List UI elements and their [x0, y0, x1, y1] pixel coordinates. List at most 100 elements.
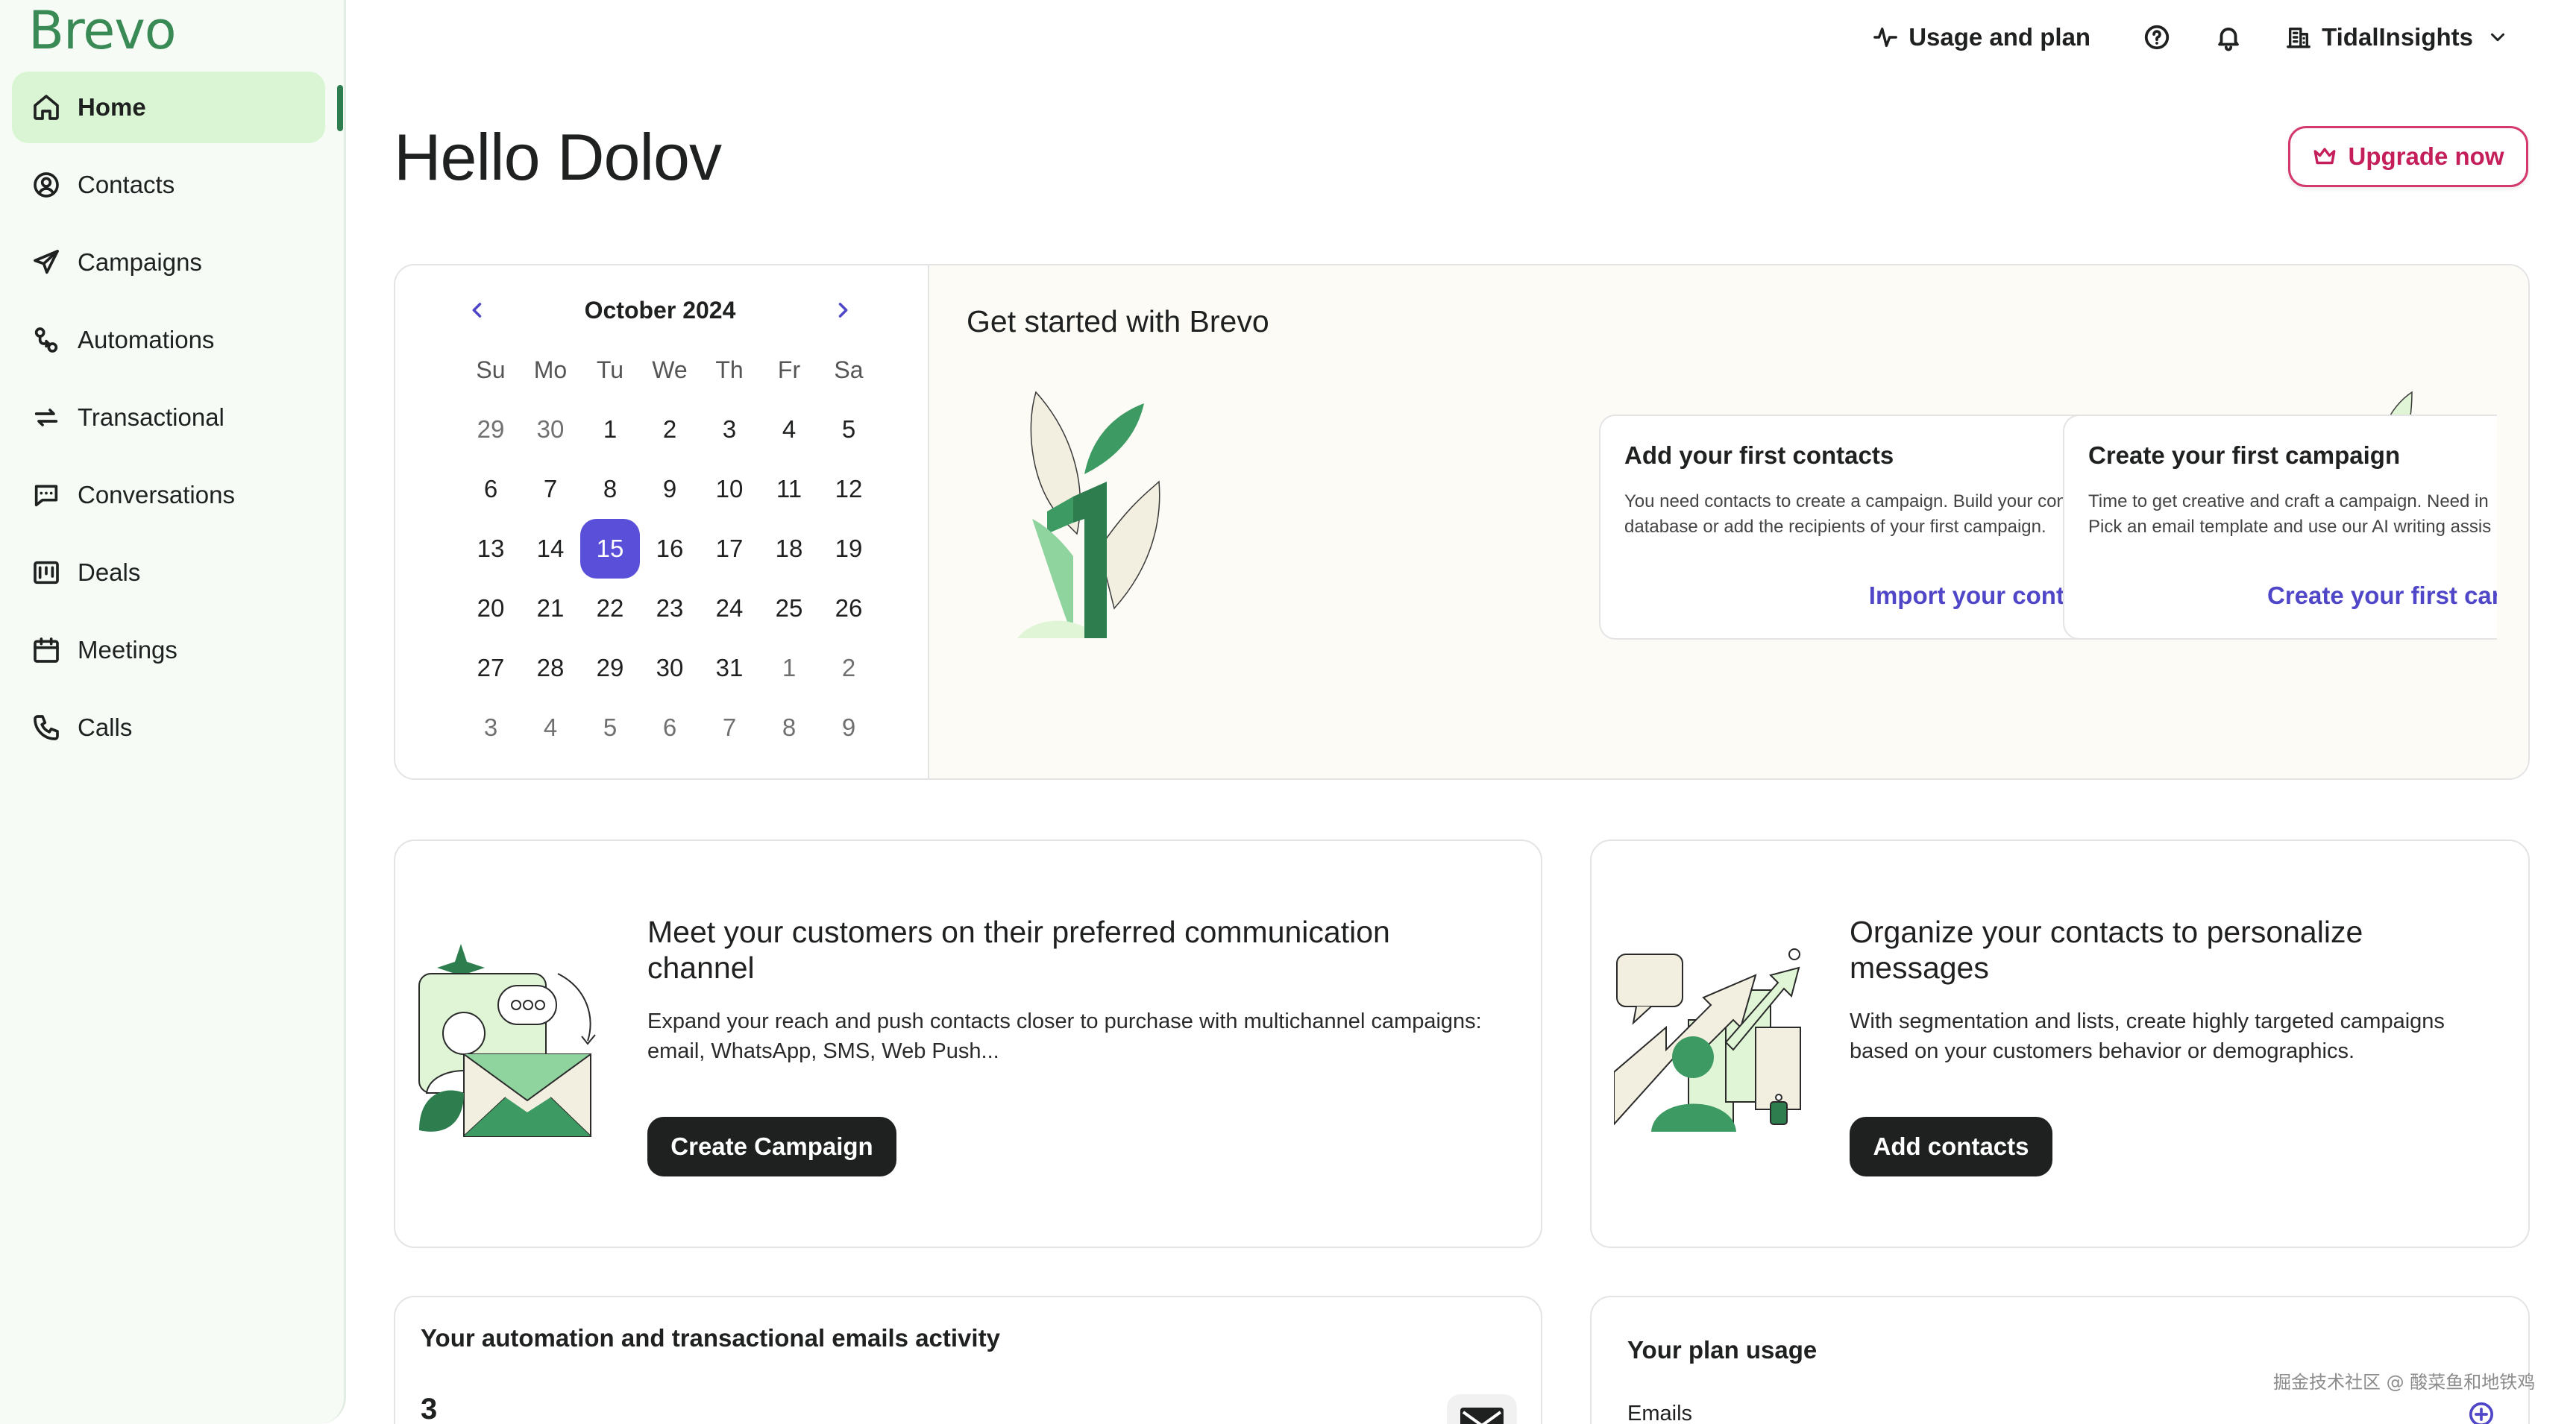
calendar-day[interactable]: 4	[521, 698, 580, 757]
calendar-day[interactable]: 2	[819, 638, 879, 698]
calendar-day[interactable]: 14	[521, 519, 580, 579]
day-number: 11	[776, 475, 802, 503]
day-number: 21	[536, 594, 565, 622]
calendar-day[interactable]: 23	[640, 579, 700, 638]
selected-day-number: 15	[580, 519, 640, 579]
sidebar-item-transactional[interactable]: Transactional	[12, 382, 325, 453]
sidebar-item-label: Meetings	[78, 636, 178, 664]
help-button[interactable]	[2143, 23, 2171, 51]
day-number: 3	[483, 713, 498, 741]
sidebar-item-label: Transactional	[78, 403, 224, 431]
calendar-day[interactable]: 19	[819, 519, 879, 579]
day-number: 23	[656, 594, 684, 622]
calendar-day[interactable]: 20	[461, 579, 521, 638]
chevron-left-icon	[472, 303, 482, 318]
plan-usage-card: Your plan usage Emails	[1590, 1296, 2530, 1424]
prev-month-button[interactable]	[462, 295, 492, 325]
weekday-label: Tu	[596, 356, 624, 383]
calendar-day[interactable]: 4	[759, 400, 819, 459]
get-started-panel: October 2024 Su Mo Tu We Th Fr Sa 29 30 1 2 3 4 5 6 7 8 9…	[394, 264, 2530, 780]
calendar-day[interactable]: 22	[580, 579, 640, 638]
calendar-day[interactable]: 7	[521, 459, 580, 519]
create-first-campaign-label: Create your first camp	[2267, 582, 2497, 609]
sidebar-item-home[interactable]: Home	[12, 72, 325, 143]
plus-circle-icon	[2469, 1402, 2494, 1424]
contacts-icon	[30, 168, 63, 201]
step-description-line: Pick an email template and use our AI wr…	[2088, 517, 2492, 537]
sidebar-item-meetings[interactable]: Meetings	[12, 614, 325, 686]
calendar-day[interactable]: 9	[640, 459, 700, 519]
plan-usage-row-label: Emails	[1627, 1402, 1693, 1424]
paper-plane-icon	[30, 246, 63, 279]
calendar-day[interactable]: 3	[461, 698, 521, 757]
calendar-day-selected[interactable]: 15	[580, 519, 640, 579]
sidebar-item-label: Calls	[78, 713, 133, 741]
bell-icon	[2218, 28, 2239, 51]
organization-switcher[interactable]: TidalInsights	[2286, 23, 2509, 51]
usage-and-plan-button[interactable]: Usage and plan	[1873, 23, 2090, 51]
day-number: 28	[536, 654, 565, 681]
sidebar-item-calls[interactable]: Calls	[12, 692, 325, 763]
calendar-day[interactable]: 21	[521, 579, 580, 638]
calendar-day[interactable]: 5	[819, 400, 879, 459]
day-number: 30	[656, 654, 684, 681]
add-emails-button[interactable]	[2469, 1402, 2494, 1424]
get-started-title: Get started with Brevo	[967, 304, 1269, 338]
calendar-day[interactable]: 17	[700, 519, 759, 579]
create-first-campaign-link[interactable]: Create your first camp	[2267, 582, 2497, 610]
sidebar-item-automations[interactable]: Automations	[12, 304, 325, 376]
day-number: 5	[603, 713, 618, 741]
calendar-day[interactable]: 13	[461, 519, 521, 579]
multichannel-card: Meet your customers on their preferred c…	[394, 839, 1542, 1248]
card-title: Organize your contacts to personalize me…	[1850, 915, 2363, 985]
next-month-button[interactable]	[828, 295, 858, 325]
calendar-day[interactable]: 1	[580, 400, 640, 459]
calendar-day[interactable]: 29	[461, 400, 521, 459]
calendar-day[interactable]: 2	[640, 400, 700, 459]
brevo-logo[interactable]: Brevo	[28, 0, 177, 61]
day-number: 8	[782, 713, 797, 741]
sidebar-item-contacts[interactable]: Contacts	[12, 149, 325, 221]
calendar-day[interactable]: 6	[640, 698, 700, 757]
weekday-label: Fr	[777, 356, 801, 383]
sidebar-item-deals[interactable]: Deals	[12, 537, 325, 608]
calendar-day[interactable]: 27	[461, 638, 521, 698]
calendar-day[interactable]: 10	[700, 459, 759, 519]
calendar-day[interactable]: 30	[521, 400, 580, 459]
notifications-button[interactable]	[2214, 23, 2243, 51]
kanban-icon	[30, 556, 63, 589]
calendar-day[interactable]: 5	[580, 698, 640, 757]
day-number: 9	[841, 713, 856, 741]
step-description-line: Time to get creative and craft a campaig…	[2088, 491, 2489, 511]
day-number: 25	[775, 594, 803, 622]
multichannel-illustration	[418, 944, 596, 1137]
calendar-day[interactable]: 8	[759, 698, 819, 757]
calendar-day[interactable]: 9	[819, 698, 879, 757]
calendar-day[interactable]: 31	[700, 638, 759, 698]
calendar-day[interactable]: 6	[461, 459, 521, 519]
calendar-day[interactable]: 11	[759, 459, 819, 519]
sidebar-item-campaigns[interactable]: Campaigns	[12, 227, 325, 298]
calendar-day[interactable]: 18	[759, 519, 819, 579]
calendar-day[interactable]: 28	[521, 638, 580, 698]
calendar-day[interactable]: 25	[759, 579, 819, 638]
email-icon-badge	[1447, 1394, 1517, 1424]
calendar-day[interactable]: 7	[700, 698, 759, 757]
create-campaign-card-viewport: Create your first campaign Time to get c…	[2063, 265, 2497, 778]
add-contacts-button[interactable]: Add contacts	[1850, 1117, 2052, 1176]
calendar-day[interactable]: 30	[640, 638, 700, 698]
calendar-day[interactable]: 1	[759, 638, 819, 698]
create-campaign-button[interactable]: Create Campaign	[647, 1117, 896, 1176]
card-description: Expand your reach and push contacts clos…	[647, 1009, 1482, 1063]
day-number: 4	[782, 415, 797, 443]
calendar-day[interactable]: 26	[819, 579, 879, 638]
calendar-day[interactable]: 24	[700, 579, 759, 638]
sidebar-item-conversations[interactable]: Conversations	[12, 459, 325, 531]
day-number: 3	[722, 415, 737, 443]
upgrade-now-button[interactable]: Upgrade now	[2288, 126, 2528, 187]
calendar-day[interactable]: 16	[640, 519, 700, 579]
calendar-day[interactable]: 3	[700, 400, 759, 459]
calendar-day[interactable]: 12	[819, 459, 879, 519]
calendar-day[interactable]: 29	[580, 638, 640, 698]
calendar-day[interactable]: 8	[580, 459, 640, 519]
